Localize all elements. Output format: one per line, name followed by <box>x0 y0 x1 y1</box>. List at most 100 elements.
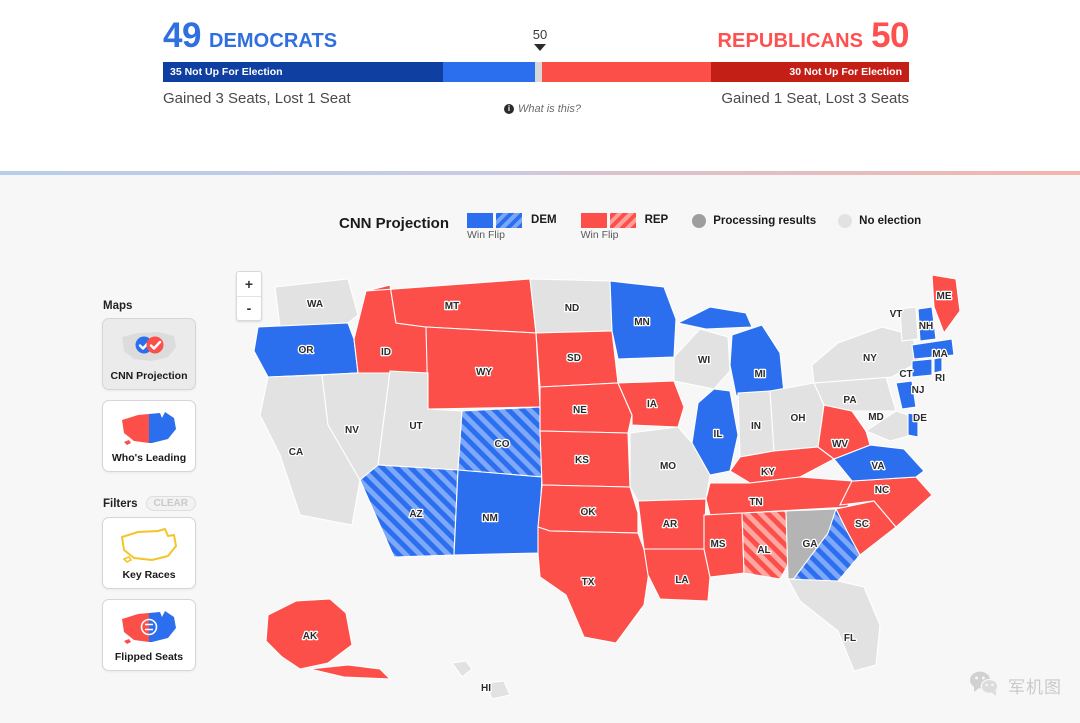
flipped-seats-thumb-icon <box>118 608 180 648</box>
rep-not-up-label: 30 Not Up For Election <box>789 66 902 78</box>
state-label-VA: VA <box>871 461 884 472</box>
state-label-AK: AK <box>303 631 318 642</box>
what-is-this-label: What is this? <box>518 103 581 115</box>
what-is-this-link[interactable]: i What is this? <box>504 103 581 115</box>
state-label-ID: ID <box>381 347 391 358</box>
legend-rep-sub-label: Win Flip <box>580 229 619 241</box>
state-label-MS: MS <box>711 539 726 550</box>
democrat-tally: 49 DEMOCRATS <box>163 18 337 53</box>
state-label-WA: WA <box>307 299 323 310</box>
state-label-SD: SD <box>567 353 581 364</box>
state-label-KS: KS <box>575 455 589 466</box>
legend-no-election-label: No election <box>859 214 922 227</box>
map-option-whos-leading-label: Who's Leading <box>111 452 187 464</box>
state-label-OK: OK <box>581 507 597 518</box>
state-label-LA: LA <box>675 575 688 586</box>
map-option-cnn-projection[interactable]: CNN Projection <box>102 318 196 390</box>
legend-rep-flip-swatch <box>609 213 636 228</box>
seat-bar-rep-not-up: 30 Not Up For Election <box>711 62 909 82</box>
state-label-HI: HI <box>481 683 491 694</box>
republican-label: REPUBLICANS <box>717 30 864 52</box>
state-MI-up[interactable] <box>676 306 753 330</box>
state-label-AL: AL <box>757 545 770 556</box>
seat-bar: 35 Not Up For Election 30 Not Up For Ele… <box>163 62 909 82</box>
us-senate-map[interactable]: WA OR CA NV ID MT WY UT CO AZ NM ND SD N… <box>240 265 960 705</box>
legend-processing-dot-icon <box>692 213 707 228</box>
legend-dem-group: DEM Win Flip <box>467 213 557 241</box>
state-label-PA: PA <box>843 395 856 406</box>
legend-dem-win-swatch <box>467 213 494 228</box>
state-label-ME: ME <box>937 291 952 302</box>
state-HI[interactable] <box>451 660 473 678</box>
clear-filters-button[interactable]: CLEAR <box>145 496 196 511</box>
state-label-UT: UT <box>409 421 422 432</box>
filter-option-flipped-seats[interactable]: Flipped Seats <box>102 599 196 671</box>
seat-bar-dem-won <box>443 62 535 82</box>
republican-seat-count: 50 <box>871 16 909 55</box>
filters-heading: Filters <box>103 497 138 510</box>
legend-processing-label: Processing results <box>713 214 817 227</box>
legend-dem-sub-label: Win Flip <box>467 229 505 241</box>
filter-option-key-races-label: Key Races <box>122 569 176 581</box>
state-label-MN: MN <box>634 317 650 328</box>
state-label-CO: CO <box>495 439 510 450</box>
democrat-seat-count: 49 <box>163 16 201 55</box>
state-label-CT: CT <box>899 369 912 380</box>
seat-bar-dem-not-up: 35 Not Up For Election <box>163 62 443 82</box>
rail-spacer <box>102 482 198 496</box>
state-CT[interactable] <box>911 358 933 378</box>
state-label-IA: IA <box>647 399 657 410</box>
key-races-thumb-icon <box>118 526 180 566</box>
state-label-WV: WV <box>832 439 848 450</box>
map-legend: CNN Projection DEM Win Flip REP Win Flip… <box>339 213 943 247</box>
state-label-IL: IL <box>714 429 723 440</box>
majority-marker: 50 <box>520 28 560 51</box>
republican-tally: REPUBLICANS 50 <box>718 18 910 53</box>
state-label-OH: OH <box>791 413 806 424</box>
state-label-VT: VT <box>890 309 903 320</box>
results-banner: 49 DEMOCRATS REPUBLICANS 50 50 35 Not Up… <box>0 0 1080 172</box>
map-option-whos-leading[interactable]: Who's Leading <box>102 400 196 472</box>
watermark-text: 军机图 <box>1008 678 1062 698</box>
state-AK-tail[interactable] <box>309 664 392 680</box>
legend-rep-win-swatch <box>580 213 607 228</box>
majority-arrow-icon <box>534 44 546 51</box>
state-label-NM: NM <box>482 513 498 524</box>
state-ME[interactable] <box>931 274 960 335</box>
state-label-OR: OR <box>299 345 315 356</box>
maps-heading-row: Maps <box>103 300 198 312</box>
state-label-KY: KY <box>761 467 775 478</box>
state-label-IN: IN <box>751 421 761 432</box>
legend-rep-group: REP Win Flip <box>580 213 669 241</box>
state-label-WY: WY <box>476 367 492 378</box>
legend-rep-party-label: REP <box>644 214 669 226</box>
maps-heading: Maps <box>103 300 133 312</box>
map-controls-rail: Maps CNN Projection Who's Leading Filter… <box>102 300 198 681</box>
state-label-WI: WI <box>698 355 710 366</box>
legend-processing-group: Processing results <box>692 213 816 228</box>
state-label-FL: FL <box>844 633 856 644</box>
whos-leading-thumb-icon <box>118 409 180 449</box>
state-label-MD: MD <box>868 412 884 423</box>
legend-dem-party-label: DEM <box>531 214 557 226</box>
state-label-SC: SC <box>855 519 869 530</box>
cnn-projection-thumb-icon <box>118 327 180 367</box>
filter-option-flipped-seats-label: Flipped Seats <box>114 651 184 663</box>
state-label-NY: NY <box>863 353 877 364</box>
republican-gained-lost: Gained 1 Seat, Lost 3 Seats <box>721 90 909 107</box>
state-NM[interactable] <box>453 469 543 556</box>
legend-dem-flip-swatch <box>496 213 523 228</box>
state-label-TX: TX <box>582 577 595 588</box>
state-label-MT: MT <box>445 301 459 312</box>
state-label-AZ: AZ <box>409 509 422 520</box>
state-label-NJ: NJ <box>912 385 925 396</box>
state-label-MO: MO <box>660 461 676 472</box>
state-label-DE: DE <box>913 413 927 424</box>
dem-not-up-label: 35 Not Up For Election <box>170 66 283 78</box>
filter-option-key-races[interactable]: Key Races <box>102 517 196 589</box>
state-VT[interactable] <box>899 306 919 342</box>
state-label-AR: AR <box>663 519 678 530</box>
map-option-cnn-projection-label: CNN Projection <box>110 370 188 382</box>
state-FL[interactable] <box>787 578 881 672</box>
us-map-svg[interactable]: WA OR CA NV ID MT WY UT CO AZ NM ND SD N… <box>240 265 960 705</box>
